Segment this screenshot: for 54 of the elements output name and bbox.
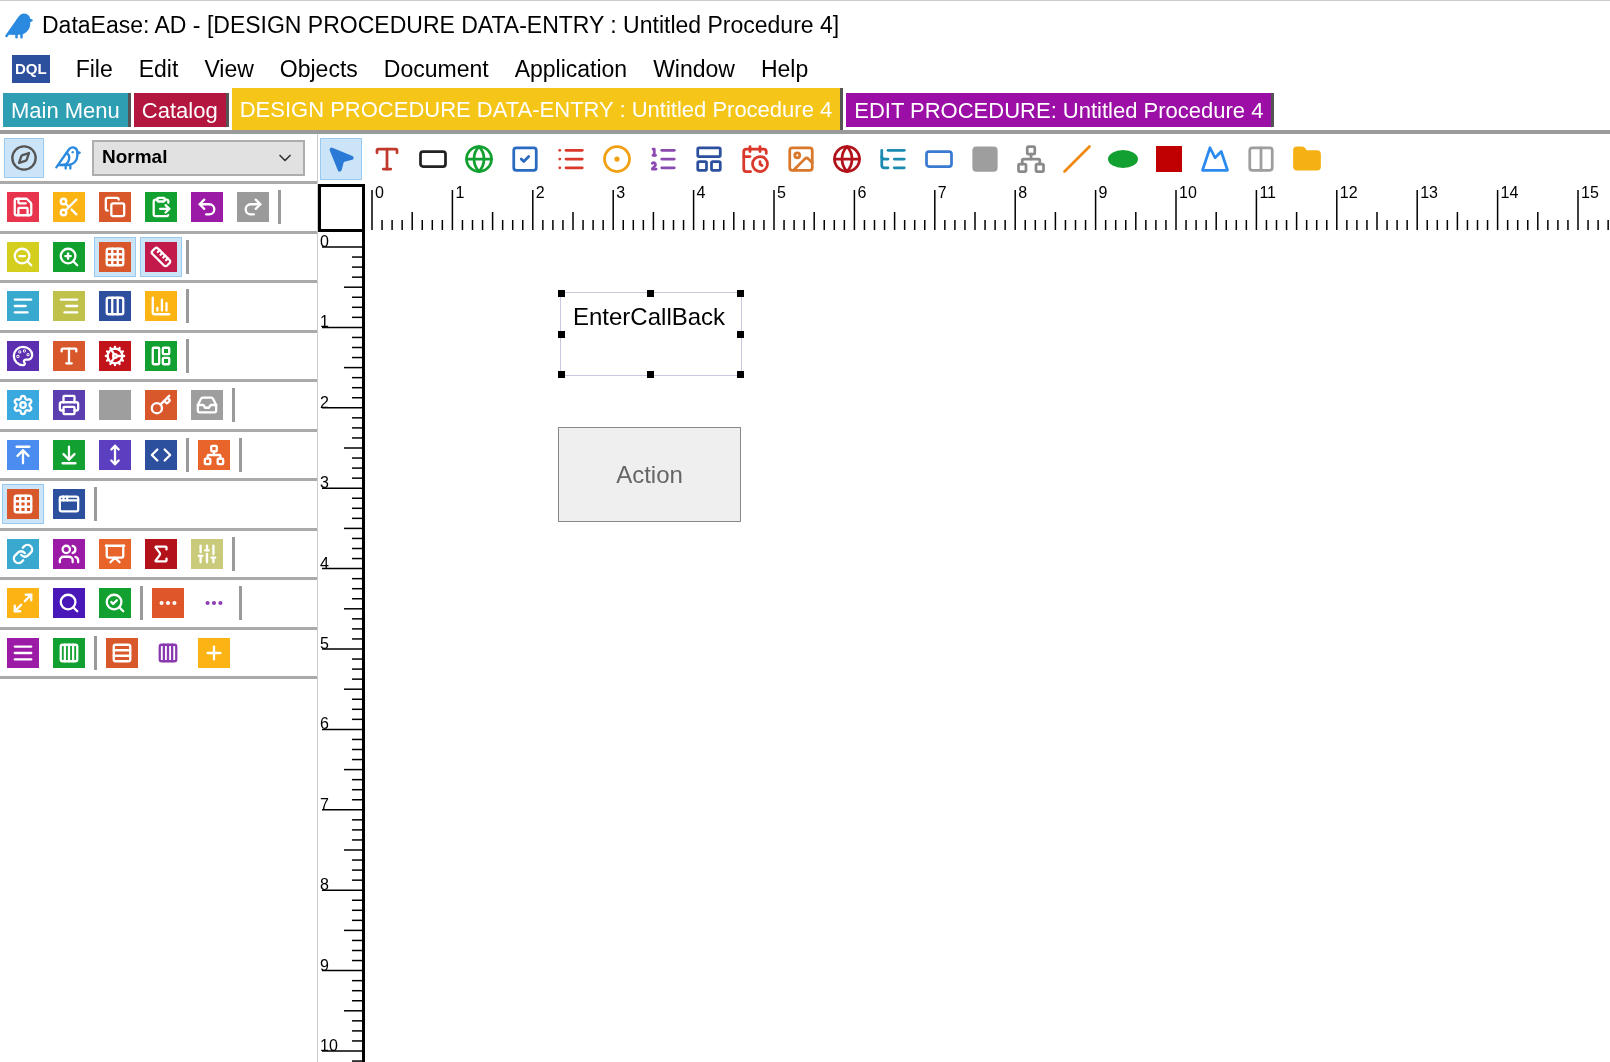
- ruler-label: 3: [616, 185, 626, 201]
- ruler-label: 12: [1339, 185, 1358, 201]
- style-dropdown[interactable]: Normal: [92, 139, 305, 176]
- ruler-label: 6: [320, 716, 329, 733]
- ruler-label: 0: [320, 234, 329, 250]
- menu-item[interactable]: Edit: [138, 51, 179, 87]
- grid-icon[interactable]: [94, 236, 136, 277]
- ruler-icon[interactable]: [140, 236, 182, 277]
- selection-handle[interactable]: [558, 371, 565, 378]
- selection-handle[interactable]: [558, 290, 565, 297]
- menu-item[interactable]: Application: [514, 51, 628, 87]
- ruler-label: 8: [1018, 185, 1028, 201]
- bird-logo-icon: [4, 10, 34, 41]
- ruler-label: 1: [455, 185, 465, 201]
- ruler-label: 10: [320, 1038, 338, 1054]
- tab[interactable]: EDIT PROCEDURE: Untitled Procedure 4: [846, 93, 1275, 127]
- menu-item[interactable]: Document: [383, 51, 489, 87]
- ruler-label: 4: [696, 185, 706, 201]
- ruler-label: 7: [937, 185, 947, 201]
- app-logo[interactable]: DQL: [12, 55, 50, 83]
- selection-handle[interactable]: [558, 331, 565, 338]
- menu-item[interactable]: View: [204, 51, 254, 87]
- selection-handle[interactable]: [647, 371, 654, 378]
- selection-handle[interactable]: [737, 371, 744, 378]
- ruler-label: 13: [1420, 185, 1438, 201]
- menu-item[interactable]: File: [75, 51, 113, 87]
- ruler-label: 5: [777, 185, 786, 201]
- ruler-label: 5: [320, 636, 329, 652]
- table-icon[interactable]: [2, 484, 44, 525]
- ruler-label: 2: [535, 185, 545, 201]
- ruler-label: 1: [320, 314, 329, 331]
- ruler-label: 15: [1581, 185, 1599, 201]
- ruler-label: 4: [320, 555, 329, 572]
- selection-handle[interactable]: [737, 290, 744, 297]
- ruler-label: 9: [1098, 185, 1108, 201]
- menu-item[interactable]: Objects: [279, 51, 358, 87]
- ruler-label: 7: [320, 796, 329, 813]
- window-title: DataEase: AD - [DESIGN PROCEDURE DATA-ENTRY : Untitled Procedure 4]: [42, 11, 840, 41]
- compass-icon[interactable]: [4, 137, 44, 178]
- pointer-icon[interactable]: [320, 138, 362, 180]
- ruler-label: 11: [1259, 185, 1276, 201]
- selection-handle[interactable]: [647, 290, 654, 297]
- ruler-label: 3: [320, 475, 329, 492]
- menu-item[interactable]: Help: [760, 51, 809, 87]
- text-label[interactable]: EnterCallBack: [560, 292, 742, 376]
- action-button[interactable]: Action: [558, 427, 741, 522]
- tab[interactable]: Catalog: [133, 93, 229, 127]
- menu-item[interactable]: Window: [653, 51, 735, 87]
- ruler-label: 8: [320, 877, 329, 894]
- ruler-label: 14: [1500, 185, 1519, 201]
- ruler-label: 10: [1179, 185, 1197, 201]
- ruler-label: 6: [857, 185, 867, 201]
- ruler-label: 0: [375, 185, 384, 201]
- selection-handle[interactable]: [737, 331, 744, 338]
